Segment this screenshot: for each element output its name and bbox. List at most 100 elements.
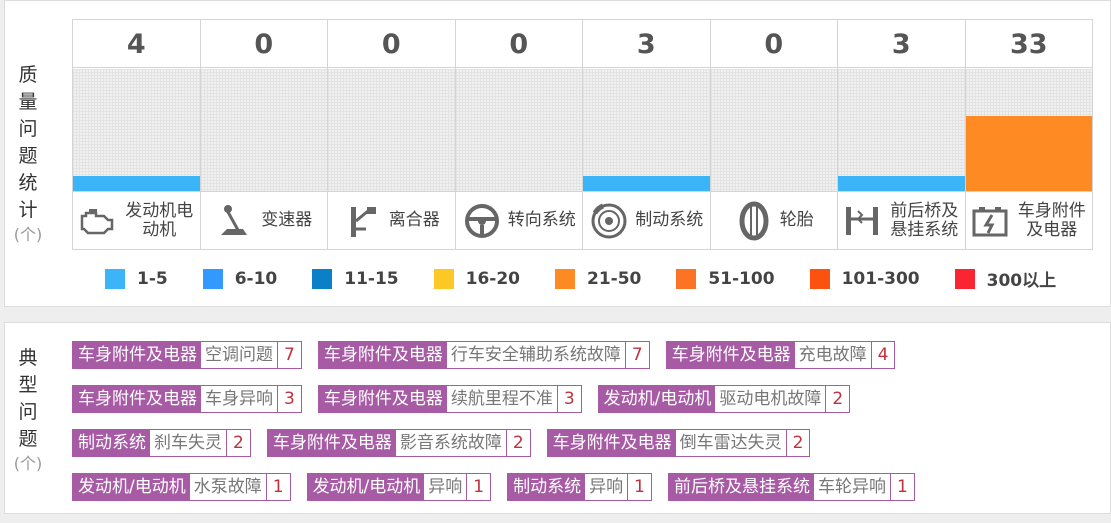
tag-category: 车身附件及电器 (318, 342, 447, 368)
category-count: 0 (328, 20, 455, 68)
tag-issue: 刹车失灵 (150, 430, 227, 456)
tag-category: 车身附件及电器 (267, 430, 396, 456)
tag-count: 3 (563, 389, 575, 409)
category-label-cell: 发动机电动机 (73, 191, 200, 249)
tag-count: 7 (631, 345, 643, 365)
tag-count: 2 (832, 389, 844, 409)
legend-item: 101-300 (809, 266, 920, 291)
tag-count: 1 (473, 477, 485, 497)
legend-swatch (433, 268, 454, 289)
tag-category: 车身附件及电器 (547, 430, 676, 456)
tag-category: 车身附件及电器 (73, 386, 201, 412)
legend-item: 51-100 (676, 266, 775, 291)
category-count: 3 (838, 20, 965, 68)
legend-swatch (809, 268, 830, 289)
tag-category: 车身附件及电器 (73, 342, 201, 368)
legend-item: 1-5 (105, 266, 168, 291)
category-column: 4 发动机电动机 (73, 20, 201, 249)
tag-row: 制动系统 刹车失灵 2 车身附件及电器 影音系统故障 2 车身附件及电器 倒车雷达失灵 2 (72, 429, 1102, 457)
gear-lever-icon (215, 201, 255, 241)
tag-category: 制动系统 (508, 474, 586, 500)
bar-area (965, 69, 1092, 191)
brake-disc-icon (589, 201, 629, 241)
category-column: 0 转向系统 (455, 20, 583, 249)
bar-area (73, 69, 200, 191)
legend-item: 21-50 (555, 266, 641, 291)
quality-title-char: 量 (18, 91, 38, 113)
steering-wheel-icon (462, 201, 502, 241)
issue-tag[interactable]: 车身附件及电器 车身异响 3 (72, 385, 302, 413)
quality-title-char: 题 (18, 145, 38, 167)
typical-title-char: 型 (18, 374, 38, 396)
category-label: 变速器 (261, 210, 313, 230)
legend-label: 51-100 (708, 268, 775, 289)
battery-icon (970, 201, 1010, 241)
bar-area (200, 69, 327, 191)
tag-count: 3 (284, 389, 295, 409)
tag-category: 发动机/电动机 (598, 386, 716, 412)
bar-area (583, 69, 710, 191)
typical-title-char: 题 (18, 428, 38, 450)
tag-count: 1 (272, 477, 284, 497)
tag-row: 车身附件及电器 车身异响 3 车身附件及电器 续航里程不准 3 发动机/电动机 驱动电机故障 2 (72, 385, 1102, 413)
engine-icon (77, 201, 117, 241)
tag-issue: 驱动电机故障 (715, 386, 827, 412)
legend: 1-5 6-10 11-15 16-20 21-50 51-100 101-300 300以上 (105, 266, 1091, 291)
legend-label: 300以上 (986, 271, 1057, 291)
tag-issue: 空调问题 (201, 342, 278, 368)
tag-count: 1 (634, 477, 645, 497)
legend-label: 16-20 (465, 268, 521, 289)
category-label: 转向系统 (507, 210, 576, 230)
quality-title-char: 质 (18, 64, 38, 86)
issue-tag[interactable]: 前后桥及悬挂系统 车轮异响 1 (667, 473, 915, 501)
category-column: 0 变速器 (200, 20, 328, 249)
tag-category: 车身附件及电器 (318, 386, 447, 412)
issue-tag[interactable]: 制动系统 刹车失灵 2 (72, 429, 251, 457)
tag-count: 2 (512, 433, 524, 453)
category-bar (838, 176, 965, 191)
issue-tag[interactable]: 车身附件及电器 充电故障 4 (665, 341, 896, 369)
tag-category: 制动系统 (73, 430, 150, 456)
issue-tag[interactable]: 车身附件及电器 影音系统故障 2 (266, 429, 531, 457)
category-bar (583, 176, 710, 191)
issue-tag[interactable]: 发动机/电动机 异响 1 (306, 473, 492, 501)
tag-issue: 车身异响 (201, 386, 278, 412)
tag-issue: 车轮异响 (814, 474, 891, 500)
issue-tag[interactable]: 车身附件及电器 续航里程不准 3 (317, 385, 582, 413)
issue-tag[interactable]: 车身附件及电器 空调问题 7 (72, 341, 302, 369)
category-label-cell: 轮胎 (710, 191, 837, 249)
category-label-cell: 变速器 (200, 191, 327, 249)
quality-title-unit: (个) (13, 225, 43, 244)
tag-issue: 续航里程不准 (447, 386, 558, 412)
legend-item: 16-20 (433, 266, 521, 291)
category-count: 0 (710, 20, 837, 68)
legend-swatch (954, 268, 975, 289)
tag-issue: 异响 (585, 474, 629, 500)
legend-item: 300以上 (954, 266, 1057, 291)
typical-title-unit: (个) (13, 454, 43, 473)
issue-tag[interactable]: 车身附件及电器 倒车雷达失灵 2 (546, 429, 811, 457)
typical-title-char: 典 (18, 347, 38, 369)
tag-row: 车身附件及电器 空调问题 7 车身附件及电器 行车安全辅助系统故障 7 车身附件及电器 充电故… (72, 341, 1102, 369)
bar-area (710, 69, 837, 191)
category-column: 3 前后桥及悬挂系统 (838, 20, 966, 249)
legend-label: 1-5 (137, 268, 168, 289)
issue-tag[interactable]: 车身附件及电器 行车安全辅助系统故障 7 (317, 341, 650, 369)
issue-tag[interactable]: 发动机/电动机 驱动电机故障 2 (597, 385, 851, 413)
category-count: 0 (200, 20, 327, 68)
legend-label: 101-300 (841, 268, 920, 289)
tag-count: 1 (896, 477, 908, 497)
tag-issue: 倒车雷达失灵 (676, 430, 787, 456)
category-count: 4 (73, 20, 200, 68)
tag-count: 7 (284, 345, 295, 365)
category-label: 发动机电动机 (125, 200, 194, 240)
tag-category: 车身附件及电器 (666, 342, 795, 368)
tire-icon (734, 201, 774, 241)
category-column: 0 离合器 (328, 20, 456, 249)
legend-item: 6-10 (202, 266, 277, 291)
category-count: 0 (455, 20, 582, 68)
category-label: 车身附件及电器 (1017, 200, 1086, 240)
tag-count: 4 (877, 345, 889, 365)
issue-tag[interactable]: 制动系统 异响 1 (507, 473, 652, 501)
issue-tag[interactable]: 发动机/电动机 水泵故障 1 (72, 473, 291, 501)
